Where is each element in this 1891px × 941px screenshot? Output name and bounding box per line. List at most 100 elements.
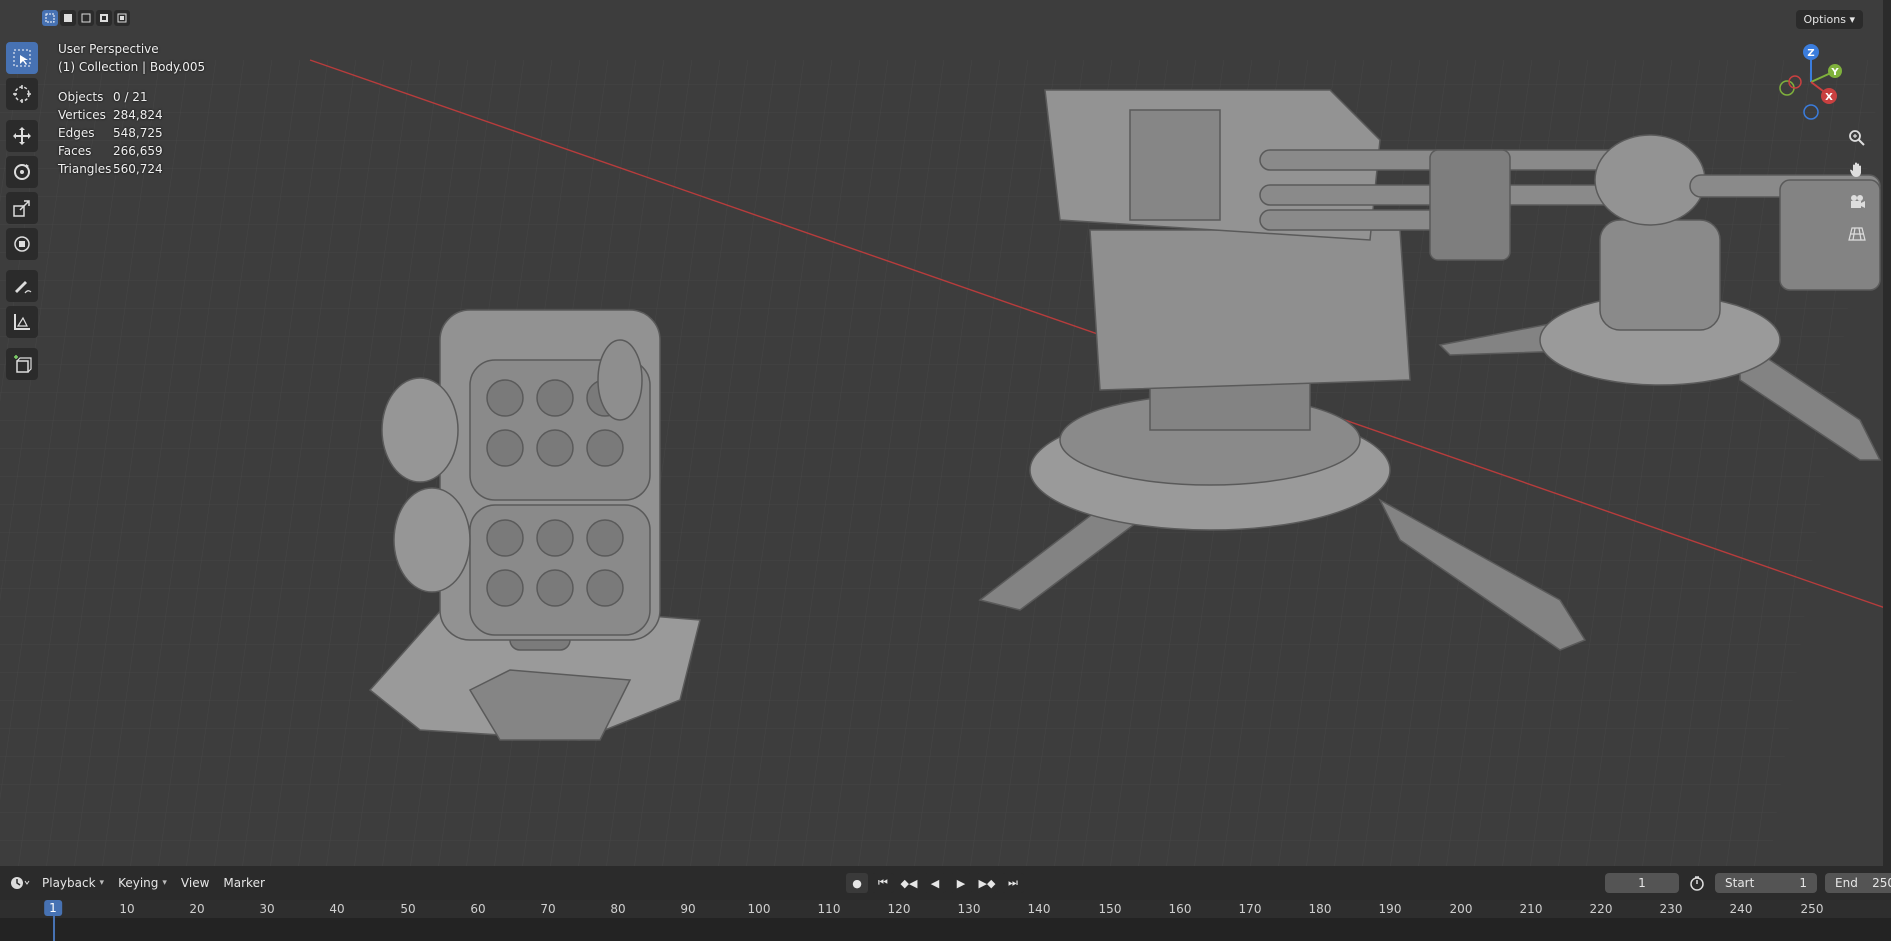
tick-label: 20 — [189, 902, 205, 916]
next-keyframe-button[interactable]: ▶◆ — [976, 873, 998, 893]
zoom-button[interactable] — [1843, 124, 1871, 152]
measure-icon — [14, 314, 30, 330]
stat-row-edges: Edges 548,725 — [58, 126, 163, 140]
scale-icon — [13, 200, 30, 217]
tick-label: 220 — [1589, 902, 1613, 916]
frame-range: 1 Start1 End250 — [1605, 873, 1891, 893]
select-box-tool[interactable] — [6, 42, 38, 74]
tick-label: 190 — [1378, 902, 1402, 916]
tick-label: 110 — [817, 902, 841, 916]
tick-label: 70 — [540, 902, 556, 916]
tick-label: 50 — [400, 902, 416, 916]
stat-row-objects: Objects 0 / 21 — [58, 90, 148, 104]
view-name: User Perspective — [58, 42, 159, 56]
y-axis-label: Y — [1830, 67, 1839, 78]
camera-icon — [1851, 195, 1865, 208]
start-frame-field[interactable]: Start 1 — [1715, 873, 1817, 893]
tick-label: 150 — [1098, 902, 1122, 916]
collection-info: (1) Collection | Body.005 — [58, 60, 206, 74]
timeline-ruler[interactable]: 10 20 30 40 50 60 70 80 90 100 110 120 1… — [0, 900, 1891, 941]
stat-row-faces: Faces 266,659 — [58, 144, 163, 158]
play-icon: ▶ — [956, 876, 966, 890]
tick-label: 120 — [887, 902, 911, 916]
jump-end-button[interactable]: ⏭ — [1002, 873, 1024, 893]
tick-label: 130 — [957, 902, 981, 916]
perspective-toggle-button[interactable] — [1843, 220, 1871, 248]
transform-tool[interactable] — [6, 228, 38, 260]
tool-shelf — [6, 42, 40, 384]
selection-mode-buttons — [42, 10, 130, 26]
camera-view-button[interactable] — [1843, 188, 1871, 216]
x-axis-label: X — [1825, 92, 1833, 103]
viewport-navigation — [1843, 124, 1873, 252]
annotate-tool[interactable] — [6, 270, 38, 302]
record-icon: ● — [852, 876, 862, 890]
prev-keyframe-icon: ◆◀ — [900, 876, 918, 890]
select-extend-button[interactable] — [60, 10, 76, 26]
play-button[interactable]: ▶ — [950, 873, 972, 893]
options-button[interactable]: Options ▾ — [1795, 10, 1863, 29]
pan-button[interactable] — [1843, 156, 1871, 184]
select-new-button[interactable] — [42, 10, 58, 26]
zoom-icon — [1849, 130, 1865, 146]
jump-start-icon: ⏮ — [878, 876, 888, 889]
add-cube-tool[interactable] — [6, 348, 38, 380]
chevron-down-icon: ▾ — [99, 878, 105, 888]
stat-row-triangles: Triangles 560,724 — [58, 162, 163, 176]
move-tool[interactable] — [6, 120, 38, 152]
neg-z-axis-handle[interactable] — [1803, 104, 1819, 120]
select-new-icon — [45, 13, 55, 23]
next-keyframe-icon: ▶◆ — [978, 876, 996, 890]
scene-canvas[interactable] — [0, 0, 1891, 866]
prev-keyframe-button[interactable]: ◆◀ — [898, 873, 920, 893]
tick-label: 170 — [1238, 902, 1262, 916]
grid-perspective-icon — [1848, 227, 1866, 241]
select-intersect-icon — [117, 13, 127, 23]
move-icon — [13, 127, 31, 145]
playback-menu[interactable]: Playback ▾ — [36, 872, 110, 894]
tick-label: 240 — [1729, 902, 1753, 916]
cursor-tool[interactable] — [6, 78, 38, 110]
select-subtract-icon — [81, 13, 91, 23]
select-invert-icon — [100, 14, 108, 22]
jump-start-button[interactable]: ⏮ — [872, 873, 894, 893]
scale-tool[interactable] — [6, 192, 38, 224]
cursor-icon — [13, 85, 31, 103]
neg-y-axis-handle[interactable] — [1779, 80, 1795, 96]
marker-menu[interactable]: Marker — [217, 872, 270, 894]
scene-statistics: Objects 0 / 21 Vertices 284,824 Edges 548,7… — [58, 88, 163, 178]
playhead-frame-label[interactable]: 1 — [44, 900, 62, 916]
navigation-gizmo[interactable]: Z Y X — [1771, 42, 1851, 122]
editor-type-button[interactable] — [6, 872, 34, 894]
rotate-icon — [14, 164, 30, 180]
play-reverse-button[interactable]: ◀ — [924, 873, 946, 893]
tick-label: 140 — [1027, 902, 1051, 916]
select-subtract-button[interactable] — [78, 10, 94, 26]
playback-controls: ● ⏮ ◆◀ ◀ ▶ ▶◆ ⏭ — [846, 873, 1024, 893]
tick-label: 250 — [1800, 902, 1824, 916]
3d-viewport[interactable]: User Perspective (1) Collection | Body.0… — [0, 0, 1891, 866]
tick-label: 200 — [1449, 902, 1473, 916]
sidebar-edge[interactable] — [1883, 0, 1891, 866]
tick-label: 230 — [1659, 902, 1683, 916]
tick-label: 30 — [259, 902, 275, 916]
current-frame-field[interactable]: 1 — [1605, 873, 1679, 893]
frame-ticks: 10 20 30 40 50 60 70 80 90 100 110 120 1… — [0, 900, 1891, 918]
tick-label: 80 — [610, 902, 626, 916]
tick-label: 90 — [680, 902, 696, 916]
preview-range-button[interactable] — [1687, 873, 1707, 893]
end-frame-field[interactable]: End250 — [1825, 873, 1891, 893]
tick-label: 10 — [119, 902, 135, 916]
view-menu[interactable]: View — [175, 872, 215, 894]
select-extend-icon — [64, 14, 72, 22]
select-box-icon — [13, 49, 31, 67]
clock-icon — [11, 877, 30, 889]
rotate-tool[interactable] — [6, 156, 38, 188]
auto-keying-button[interactable]: ● — [846, 873, 868, 893]
tick-label: 180 — [1308, 902, 1332, 916]
keying-menu[interactable]: Keying ▾ — [112, 872, 173, 894]
measure-tool[interactable] — [6, 306, 38, 338]
select-invert-button[interactable] — [96, 10, 112, 26]
select-intersect-button[interactable] — [114, 10, 130, 26]
transform-icon — [14, 236, 30, 252]
